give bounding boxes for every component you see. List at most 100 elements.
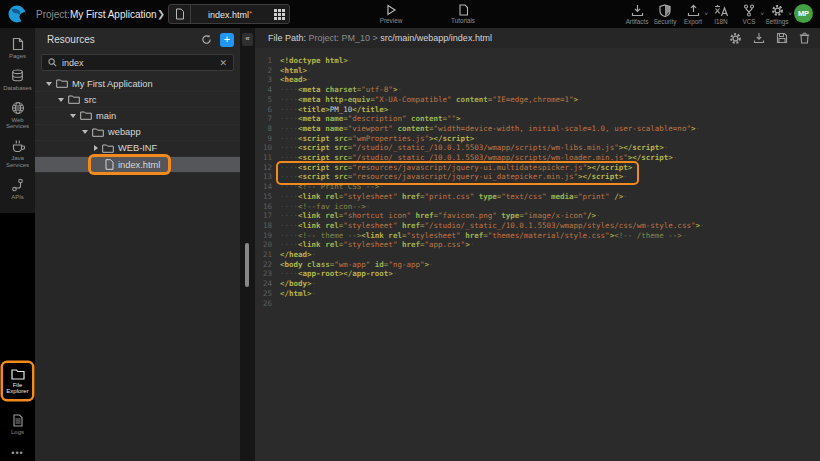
code-line-16[interactable]: 16····<!--fav icon-->· [255, 202, 820, 212]
wavemaker-logo-icon [7, 4, 27, 24]
line-number: 25 [255, 289, 272, 299]
code-line-26[interactable]: 26 [255, 299, 820, 309]
resources-title: Resources [47, 34, 201, 45]
sidebar-item-web-services[interactable]: WebServices [0, 96, 35, 135]
code-line-23[interactable]: 23····<app-root></app-root>· [255, 269, 820, 279]
code-line-content: ····<link rel="stylesheet" href="print.c… [280, 192, 628, 202]
collapse-panel-button[interactable]: « [242, 33, 253, 46]
export-button[interactable]: Export˅ [679, 0, 707, 28]
preview-button[interactable]: Preview [368, 0, 414, 28]
sidebar-overflow-dots[interactable]: ••• [0, 448, 35, 458]
tree-item-index.html[interactable]: index.html [35, 157, 240, 173]
code-line-13[interactable]: 13····<script src="resources/javascript/… [255, 172, 820, 182]
code-line-14[interactable]: 14····<!-- Print CSS -->· [255, 182, 820, 192]
sidebar-item-databases[interactable]: Databases [0, 64, 35, 96]
sidebar-item-logs[interactable]: Logs [0, 409, 35, 440]
user-avatar[interactable]: MP [794, 4, 813, 23]
code-line-22[interactable]: 22<body class="wm-app" id="ng-app">· [255, 260, 820, 270]
line-number: 14 [255, 182, 272, 192]
project-name[interactable]: My First Application [70, 9, 157, 20]
resources-search-box[interactable]: index ✕ [41, 54, 234, 71]
panel-splitter[interactable]: « [240, 28, 255, 461]
caret-expanded-icon[interactable] [82, 130, 88, 134]
code-line-content: <head>· [280, 75, 312, 85]
line-number: 22 [255, 260, 272, 270]
code-editor[interactable]: 1<!doctype html>·2<html>·3 <head>·4····<m… [255, 48, 820, 461]
code-line-content: ····<!--fav icon-->· [280, 202, 370, 212]
code-line-15[interactable]: 15····<link rel="stylesheet" href="print… [255, 192, 820, 202]
i18n-button[interactable]: I18N [707, 0, 735, 28]
line-number: 12 [255, 163, 272, 173]
clear-search-icon[interactable]: ✕ [219, 58, 227, 68]
line-number: 4 [255, 85, 272, 95]
security-button[interactable]: Security [651, 0, 679, 28]
sidebar-item-file-explorer[interactable]: FileExplorer [3, 363, 32, 400]
sidebar-item-pages[interactable]: Pages [0, 32, 35, 64]
line-number: 2 [255, 66, 272, 76]
code-line-content: ····<script src="/studio/_static_/10.0.1… [280, 153, 677, 163]
folder-icon [102, 144, 114, 153]
splitter-drag-handle[interactable] [245, 243, 249, 287]
code-line-4[interactable]: 4····<meta charset="utf-8">· [255, 85, 820, 95]
search-input[interactable]: index [62, 58, 219, 68]
top-bar: Project:My First Application ❯ index.htm… [0, 0, 820, 28]
caret-expanded-icon[interactable] [46, 82, 52, 86]
code-line-5[interactable]: 5····<meta http-equiv="X-UA-Compatible" … [255, 95, 820, 105]
sidebar-item-apis[interactable]: APIs [0, 173, 35, 205]
tree-item-web-inf[interactable]: WEB-INF [35, 141, 240, 157]
folder-icon [68, 95, 80, 104]
line-number: 3 [255, 75, 272, 85]
code-line-9[interactable]: 9····<script src="wmProperties.js"></scr… [255, 134, 820, 144]
code-line-10[interactable]: 10····<script src="/studio/_static_/10.0… [255, 143, 820, 153]
code-line-2[interactable]: 2<html>· [255, 66, 820, 76]
tutorials-button[interactable]: Tutorials [440, 0, 486, 28]
refresh-icon[interactable] [201, 34, 212, 45]
tree-item-my-first-application[interactable]: My First Application [35, 76, 240, 92]
caret-collapsed-icon[interactable] [94, 145, 98, 151]
sidebar-item-label: WebServices [6, 117, 29, 131]
code-line-21[interactable]: 21</head>· [255, 250, 820, 260]
code-line-11[interactable]: 11····<script src="/studio/_static_/10.0… [255, 153, 820, 163]
caret-expanded-icon[interactable] [58, 98, 64, 102]
action-label: Artifacts [626, 18, 649, 25]
code-line-6[interactable]: 6····<title>PM_10</title>· [255, 105, 820, 115]
grid-menu-icon[interactable] [269, 9, 289, 20]
line-number: 10 [255, 143, 272, 153]
code-line-17[interactable]: 17····<link rel="shortcut icon" href="fa… [255, 211, 820, 221]
code-line-3[interactable]: 3 <head>· [255, 75, 820, 85]
code-line-content: <!doctype html>· [280, 56, 352, 66]
code-line-12[interactable]: 12····<script src="resources/javascript/… [255, 163, 820, 173]
line-number: 8 [255, 124, 272, 134]
code-line-1[interactable]: 1<!doctype html>· [255, 56, 820, 66]
code-line-20[interactable]: 20····<link rel="stylesheet" href="app.c… [255, 240, 820, 250]
open-file-tab[interactable]: index.html* [168, 4, 290, 24]
download-file-icon[interactable] [753, 32, 765, 44]
code-line-24[interactable]: 24</body>· [255, 279, 820, 289]
file-icon [169, 5, 191, 23]
code-line-content: </body>· [280, 279, 316, 289]
delete-file-trash-icon[interactable] [799, 32, 810, 44]
code-line-25[interactable]: 25</html>· [255, 289, 820, 299]
add-resource-button[interactable]: + [220, 33, 234, 47]
caret-expanded-icon[interactable] [70, 114, 76, 118]
save-file-icon[interactable] [776, 32, 788, 44]
tree-item-webapp[interactable]: webapp [35, 125, 240, 141]
pages-icon [11, 37, 24, 51]
settings-button[interactable]: Settings˅ [763, 0, 791, 28]
sidebar-item-java-services[interactable]: JavaServices [0, 134, 35, 173]
code-line-19[interactable]: 19····<!-- theme --><link rel="styleshee… [255, 231, 820, 241]
tree-item-main[interactable]: main [35, 108, 240, 124]
vcs-button[interactable]: VCS˅ [735, 0, 763, 28]
vcs-branch-icon [743, 4, 755, 17]
code-line-18[interactable]: 18····<link rel="stylesheet" href="/stud… [255, 221, 820, 231]
editor-settings-gear-icon[interactable] [729, 32, 742, 45]
code-line-7[interactable]: 7····<meta name="description" content=""… [255, 114, 820, 124]
tree-item-label: src [84, 95, 96, 105]
tab-file-name[interactable]: index.html* [191, 9, 269, 20]
file-explorer-folder-icon [11, 368, 25, 380]
artifacts-button[interactable]: Artifacts [623, 0, 651, 28]
project-breadcrumb: Project:My First Application [36, 0, 157, 28]
left-icon-rail: PagesDatabases WebServices JavaServicesAPI… [0, 28, 35, 461]
code-line-8[interactable]: 8····<meta name="viewport" content="widt… [255, 124, 820, 134]
tree-item-src[interactable]: src [35, 92, 240, 108]
